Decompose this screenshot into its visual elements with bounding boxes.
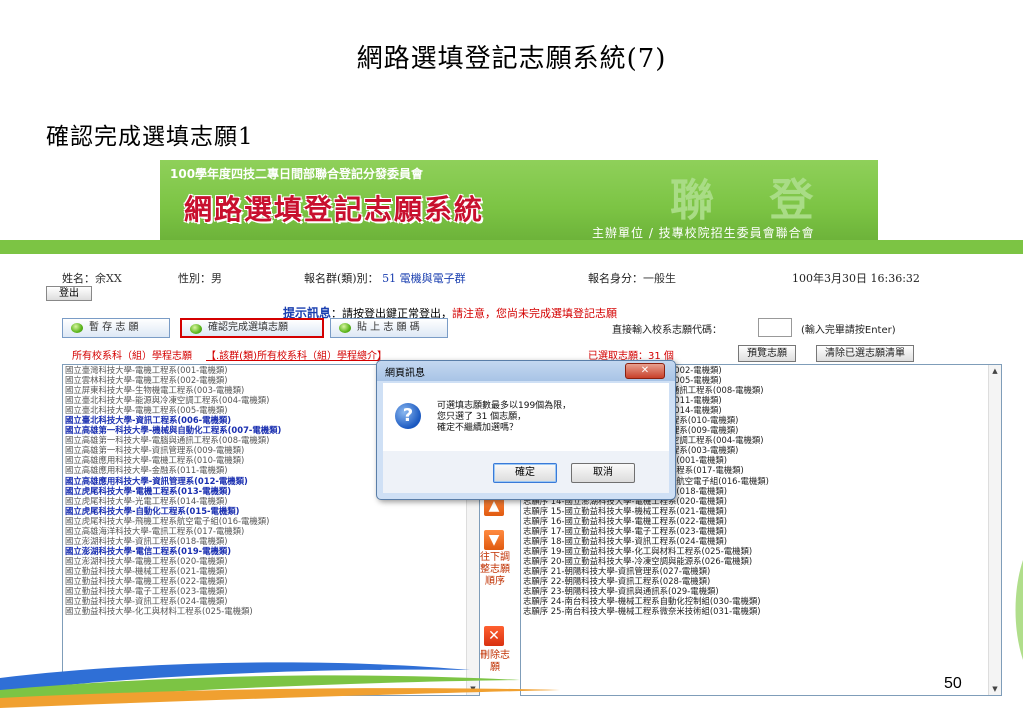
list-item[interactable]: 志願序 18-國立勤益科技大學-資訊工程系(024-電機類) [521, 536, 1001, 546]
confirm-button[interactable]: 確認完成選填志願 [180, 318, 324, 338]
app-screenshot: 聯 登 100學年度四技二專日間部聯合登記分發委員會 網路選填登記志願系統 主辦… [0, 160, 1023, 700]
list-item[interactable]: 志願序 21-朝陽科技大學-資訊管理系(027-電機類) [521, 566, 1001, 576]
list-item[interactable]: 國立虎尾科技大學-飛機工程系航空電子組(016-電機類) [63, 516, 479, 526]
green-strip [0, 240, 1023, 254]
header-banner: 聯 登 100學年度四技二專日間部聯合登記分發委員會 網路選填登記志願系統 主辦… [160, 160, 878, 240]
list-item[interactable]: 國立澎湖科技大學-資訊工程系(018-電機類) [63, 536, 479, 546]
list-item[interactable]: 志願序 24-南台科技大學-機械工程系自動化控制組(030-電機類) [521, 596, 1001, 606]
logout-button[interactable]: 登出 [46, 286, 92, 301]
page-number: 50 [944, 675, 962, 692]
list-item[interactable]: 國立勤益科技大學-化工與材料工程系(025-電機類) [63, 606, 479, 616]
question-icon: ? [395, 403, 421, 429]
all-programs-header: 所有校系科（組）學程志願 【.該群(類)所有校系科（組）學程總介】 [72, 351, 387, 362]
list-item[interactable]: 國立澎湖科技大學-電信工程系(019-電機類) [63, 546, 479, 556]
confirm-dialog: 網頁訊息 ✕ ? 可選填志願數最多以199個為限， 您只選了 31 個志願， 確… [376, 360, 676, 500]
clear-list-button[interactable]: 清除已選志願清單 [816, 345, 914, 362]
user-sex: 性別：男 [178, 272, 222, 285]
scroll-up-icon[interactable]: ▲ [989, 365, 1001, 377]
datetime: 100年3月30日 16:36:32 [792, 272, 920, 285]
dialog-body: ? 可選填志願數最多以199個為限， 您只選了 31 個志願， 確定不繼續加選嗎… [383, 383, 669, 493]
green-dot-icon [190, 324, 202, 334]
banner-org: 100學年度四技二專日間部聯合登記分發委員會 [170, 167, 424, 181]
decorative-accent [1015, 560, 1023, 660]
user-identity: 報名身分：一般生 [588, 272, 676, 285]
preview-button[interactable]: 預覽志願 [738, 345, 796, 362]
save-button[interactable]: 暫 存 志 願 [62, 318, 170, 338]
ok-button[interactable]: 確定 [493, 463, 557, 483]
list-item[interactable]: 志願序 22-朝陽科技大學-資訊工程系(028-電機類) [521, 576, 1001, 586]
cancel-button[interactable]: 取消 [571, 463, 635, 483]
list-item[interactable]: 國立勤益科技大學-電機工程系(022-電機類) [63, 576, 479, 586]
list-item[interactable]: 國立澎湖科技大學-電機工程系(020-電機類) [63, 556, 479, 566]
list-item[interactable]: 國立高雄海洋科技大學-電訊工程系(017-電機類) [63, 526, 479, 536]
dialog-message: 可選填志願數最多以199個為限， 您只選了 31 個志願， 確定不繼續加選嗎？ [437, 401, 572, 433]
decorative-swoosh [0, 662, 560, 708]
toolbar: 暫 存 志 願 確認完成選填志願 貼 上 志 願 碼 直接輸入校系志願代碼： (… [62, 318, 924, 338]
arrow-down-icon[interactable]: ▼ [484, 530, 504, 550]
list-item[interactable]: 志願序 19-國立勤益科技大學-化工與材料工程系(025-電機類) [521, 546, 1001, 556]
move-down-label[interactable]: 往下調整志願順序 [478, 552, 512, 588]
program-intro-link[interactable]: 【.該群(類)所有校系科（組）學程總介】 [206, 351, 387, 362]
direct-input-note: (輸入完畢請按Enter) [801, 325, 896, 336]
direct-code-input[interactable] [758, 318, 792, 337]
banner-watermark: 聯 登 [670, 175, 834, 226]
list-item[interactable]: 志願序 23-朝陽科技大學-資訊與通訊系(029-電機類) [521, 586, 1001, 596]
direct-input-label: 直接輸入校系志願代碼： [612, 325, 722, 336]
list-item[interactable]: 國立勤益科技大學-機械工程系(021-電機類) [63, 566, 479, 576]
green-dot-icon [339, 323, 351, 333]
user-name: 姓名：余XX [62, 272, 122, 285]
list-item[interactable]: 國立勤益科技大學-資訊工程系(024-電機類) [63, 596, 479, 606]
green-dot-icon [71, 323, 83, 333]
list-item[interactable]: 志願序 17-國立勤益科技大學-電子工程系(023-電機類) [521, 526, 1001, 536]
close-icon[interactable]: ✕ [625, 363, 665, 379]
list-item[interactable]: 志願序 20-國立勤益科技大學-冷凍空調與能源系(026-電機類) [521, 556, 1001, 566]
dialog-titlebar: 網頁訊息 ✕ [377, 361, 675, 381]
slide-subtitle: 確認完成選填志願1 [46, 124, 254, 150]
paste-code-button[interactable]: 貼 上 志 願 碼 [330, 318, 448, 338]
list-item[interactable]: 志願序 16-國立勤益科技大學-電機工程系(022-電機類) [521, 516, 1001, 526]
list-item[interactable]: 志願序 15-國立勤益科技大學-機械工程系(021-電機類) [521, 506, 1001, 516]
banner-host: 主辦單位 / 技專校院招生委員會聯合會 [592, 226, 815, 240]
list-item[interactable]: 國立勤益科技大學-電子工程系(023-電機類) [63, 586, 479, 596]
list-item[interactable]: 志願序 25-南台科技大學-機械工程系微奈米技術組(031-電機類) [521, 606, 1001, 616]
list-item[interactable]: 國立虎尾科技大學-自動化工程系(015-電機類) [63, 506, 479, 516]
dialog-footer: 確定 取消 [383, 451, 669, 493]
banner-title: 網路選填登記志願系統 [184, 193, 485, 226]
slide-title: 網路選填登記志願系統(7) [356, 44, 667, 74]
dialog-title: 網頁訊息 [385, 368, 425, 379]
user-group: 報名群(類)別： 51 電機與電子群 [304, 272, 466, 285]
